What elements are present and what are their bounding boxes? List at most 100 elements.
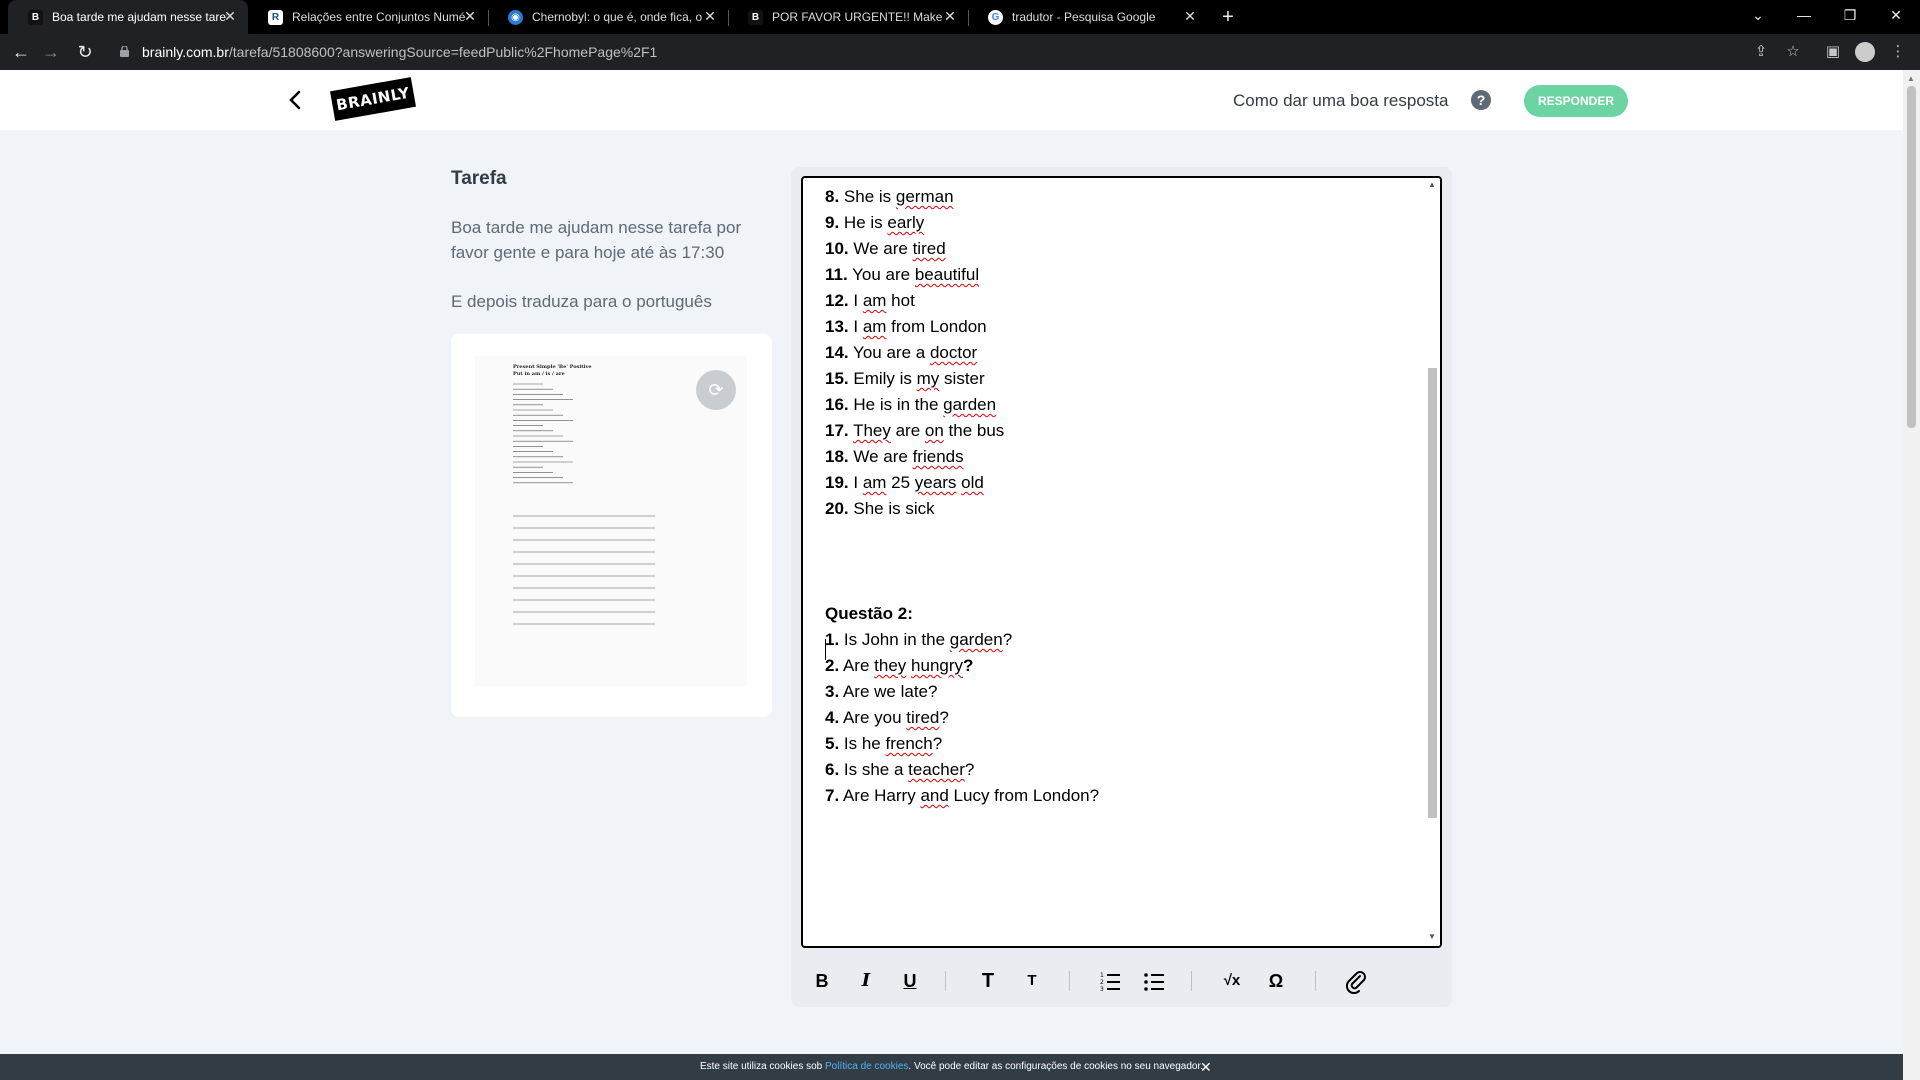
attachment-subtitle: Put in am / is / are <box>513 371 565 377</box>
lock-icon <box>120 46 129 57</box>
scroll-down-arrow-icon[interactable]: ▼ <box>1428 932 1436 941</box>
help-link[interactable]: Como dar uma boa resposta <box>1233 91 1448 111</box>
minimize-button[interactable]: — <box>1781 0 1827 30</box>
share-icon[interactable]: ⇪ <box>1750 41 1772 63</box>
tab-close-icon[interactable]: ✕ <box>222 8 238 24</box>
toolbar-divider <box>1069 971 1070 991</box>
bold-button[interactable]: B <box>809 968 835 994</box>
cookie-banner: Este site utiliza cookies sob Política d… <box>0 1054 1903 1080</box>
answer-line: 2. Are they hungry? <box>825 656 974 675</box>
scroll-up-arrow-icon[interactable]: ▲ <box>1907 74 1915 83</box>
address-bar-row: ← → ↻ brainly.com.br/tarefa/51808600?ans… <box>0 34 1920 70</box>
attachment-title: Present Simple 'Be' Positive <box>513 364 592 370</box>
question-mark-icon[interactable]: ? <box>1471 90 1491 110</box>
answer-line: 12. I am hot <box>825 291 915 310</box>
answer-line: 10. We are tired <box>825 239 946 258</box>
toolbar-divider <box>945 971 946 991</box>
browser-tab-4[interactable]: B POR FAVOR URGENTE!! Make a q ✕ <box>728 0 968 34</box>
tab-title: Chernobyl: o que é, onde fica, o <box>532 10 703 24</box>
browser-tab-5[interactable]: G tradutor - Pesquisa Google ✕ <box>968 0 1208 34</box>
cookie-text-suffix: . Você pode editar as configurações de c… <box>908 1061 1204 1072</box>
section-title: Questão 2: <box>825 604 913 623</box>
scrollbar-thumb[interactable] <box>1907 86 1916 428</box>
answer-line: 18. We are friends <box>825 447 964 466</box>
page-scrollbar[interactable]: ▲ <box>1903 70 1920 1080</box>
scroll-up-arrow-icon[interactable]: ▲ <box>1428 180 1436 189</box>
tab-title: Boa tarde me ajudam nesse taref <box>52 10 227 24</box>
math-formula-button[interactable]: √x <box>1219 968 1245 994</box>
browser-tab-2[interactable]: R Relações entre Conjuntos Numé ✕ <box>248 0 488 34</box>
bullet-list-icon[interactable] <box>1141 968 1167 994</box>
answer-line: 9. He is early <box>825 213 925 232</box>
italic-button[interactable]: I <box>853 968 879 994</box>
editor-scrollbar[interactable]: ▲ ▼ <box>1425 178 1440 946</box>
respond-button[interactable]: RESPONDER <box>1524 85 1628 117</box>
tab-close-icon[interactable]: ✕ <box>942 8 958 24</box>
browser-tab-1[interactable]: B Boa tarde me ajudam nesse taref ✕ <box>8 0 248 34</box>
special-symbol-button[interactable]: Ω <box>1263 968 1289 994</box>
reload-icon[interactable]: ↻ <box>74 41 96 63</box>
answer-line: 14. You are a doctor <box>825 343 978 362</box>
answer-line: 7. Are Harry and Lucy from London? <box>825 786 1100 805</box>
brainly-logo[interactable]: BRAINLY <box>330 77 416 121</box>
tab-search-icon[interactable]: ⌄ <box>1735 0 1781 30</box>
menu-kebab-icon[interactable]: ⋮ <box>1887 41 1909 63</box>
question-text-secondary: E depois traduza para o português <box>451 292 712 311</box>
svg-text:1: 1 <box>1100 972 1104 979</box>
browser-tab-3[interactable]: ◉ Chernobyl: o que é, onde fica, o ✕ <box>488 0 728 34</box>
site-favicon-icon: R <box>268 10 283 25</box>
heading-large-button[interactable]: T <box>975 968 1001 994</box>
paperclip-icon[interactable] <box>1343 968 1369 994</box>
tab-close-icon[interactable]: ✕ <box>462 8 478 24</box>
text-caret <box>825 639 826 660</box>
answer-line: 3. Are we late? <box>825 682 938 701</box>
answer-line: 11. You are beautiful <box>825 265 980 284</box>
google-favicon-icon: G <box>988 10 1003 25</box>
editor-toolbar: B I U T T 1 2 3 √x Ω <box>791 955 1452 1007</box>
brainly-favicon-icon: B <box>748 10 763 25</box>
heading-small-button[interactable]: T <box>1019 968 1045 994</box>
bookmark-star-icon[interactable]: ☆ <box>1782 41 1804 63</box>
svg-text:2: 2 <box>1100 979 1104 986</box>
svg-text:3: 3 <box>1100 986 1104 993</box>
forward-arrow-icon[interactable]: → <box>40 41 62 63</box>
cookie-text: Este site utiliza cookies sob <box>699 1061 823 1072</box>
tab-close-icon[interactable]: ✕ <box>1182 8 1198 24</box>
rotate-image-icon[interactable]: ⟳ <box>696 370 736 410</box>
answer-line: 16. He is in the garden <box>825 395 997 414</box>
close-window-button[interactable]: ✕ <box>1873 0 1919 30</box>
profile-avatar[interactable] <box>1855 42 1875 62</box>
restore-button[interactable]: ❐ <box>1827 0 1873 30</box>
answer-line: 19. I am 25 years old <box>825 473 984 492</box>
answer-line: 13. I am from London <box>825 317 987 336</box>
cookie-policy-link[interactable]: Política de cookies <box>825 1061 908 1072</box>
tab-close-icon[interactable]: ✕ <box>702 8 718 24</box>
url-path: /tarefa/51808600?answeringSource=feedPub… <box>228 44 658 60</box>
editor-scrollbar-thumb[interactable] <box>1428 368 1437 818</box>
answer-line: 1. Is John in the garden? <box>825 630 1013 649</box>
chevron-left-icon[interactable] <box>286 88 306 112</box>
underline-button[interactable]: U <box>897 968 923 994</box>
tab-title: tradutor - Pesquisa Google <box>1012 10 1156 24</box>
toolbar-divider <box>1191 971 1192 991</box>
back-arrow-icon[interactable]: ← <box>10 41 32 63</box>
tab-title: POR FAVOR URGENTE!! Make a q <box>772 10 947 24</box>
question-title: Tarefa <box>451 168 507 189</box>
globe-favicon-icon: ◉ <box>508 10 523 25</box>
cookie-close-icon[interactable]: ✕ <box>1200 1054 1212 1080</box>
tab-title: Relações entre Conjuntos Numé <box>292 10 466 24</box>
browser-tab-bar: B Boa tarde me ajudam nesse taref ✕ R Re… <box>0 0 1920 34</box>
answer-line: 17. They are on the bus <box>825 421 1005 440</box>
side-panel-icon[interactable]: ▣ <box>1822 41 1844 63</box>
answer-line: 5. Is he french? <box>825 734 943 753</box>
url-domain: brainly.com.br <box>142 44 229 60</box>
answer-editor[interactable]: 8. She is german 9. He is early 10. We a… <box>801 176 1442 948</box>
question-attachment[interactable]: Present Simple 'Be' Positive Put in am /… <box>451 334 772 717</box>
answer-line: 6. Is she a teacher? <box>825 760 975 779</box>
answer-line: 4. Are you tired? <box>825 708 949 727</box>
numbered-list-icon[interactable]: 1 2 3 <box>1097 968 1123 994</box>
answer-line: 20. She is sick <box>825 499 935 518</box>
url-field[interactable]: brainly.com.br/tarefa/51808600?answering… <box>110 40 1770 64</box>
new-tab-button[interactable]: + <box>1216 5 1240 29</box>
site-header: BRAINLY Como dar uma boa resposta ? RESP… <box>0 70 1903 130</box>
